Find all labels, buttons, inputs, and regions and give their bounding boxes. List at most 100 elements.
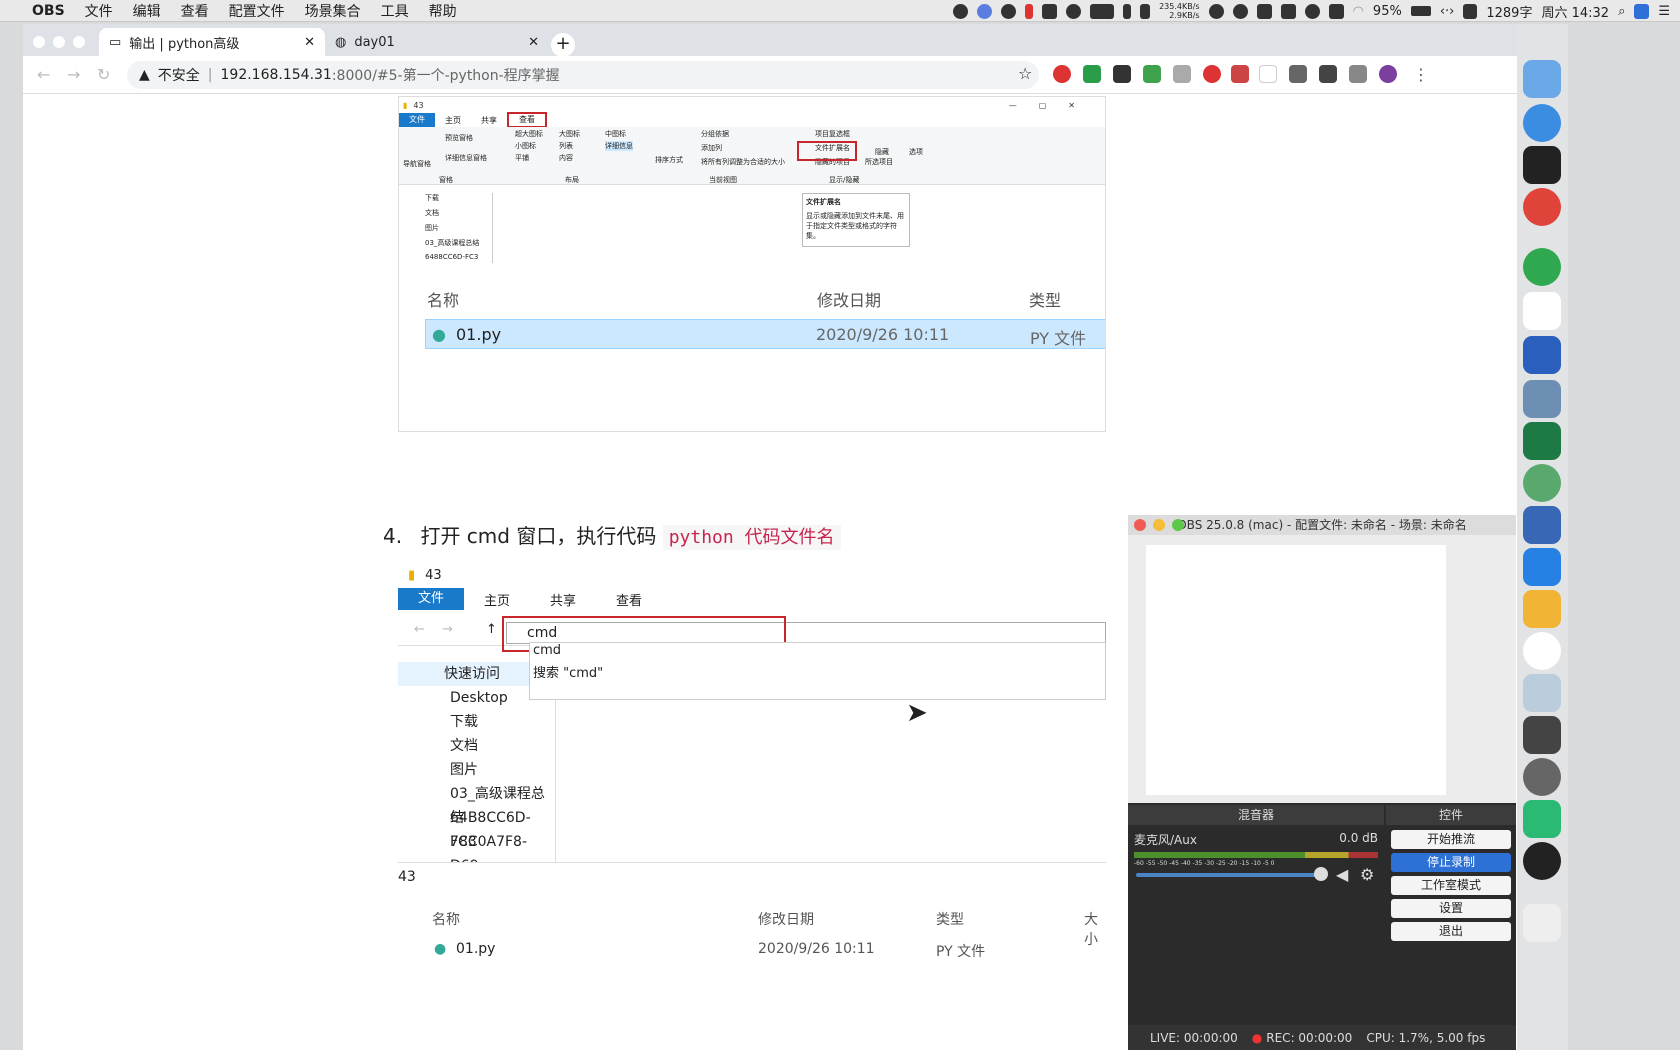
xlarge-icons[interactable]: 超大图标 — [515, 129, 543, 139]
medium-icons[interactable]: 中图标 — [605, 129, 626, 139]
nav-pane-btn[interactable]: 导航窗格 — [403, 159, 431, 169]
notion-icon[interactable] — [1259, 65, 1277, 83]
menu-scene-collection[interactable]: 场景集合 — [305, 1, 361, 21]
github-icon[interactable] — [1523, 632, 1561, 670]
red-extension-icon[interactable] — [1203, 65, 1221, 83]
nav-documents[interactable]: 文档 — [398, 734, 555, 758]
tab-view-highlighted[interactable]: 查看 — [507, 112, 547, 128]
menu-profile[interactable]: 配置文件 — [229, 1, 285, 21]
sublime-icon[interactable] — [1523, 716, 1561, 754]
monitor-icon[interactable] — [1042, 3, 1058, 19]
tab-home[interactable]: 主页 — [435, 115, 471, 126]
tiles-view[interactable]: 平铺 — [515, 153, 529, 163]
preview-pane-btn[interactable]: 预览窗格 — [445, 133, 473, 143]
nav-downloads[interactable]: 下载 — [398, 710, 555, 734]
col-date[interactable]: 修改日期 — [817, 287, 881, 311]
nav-folder-03[interactable]: 03_高级课程总结 — [398, 782, 555, 826]
pause-icon[interactable] — [1025, 3, 1034, 19]
tab-file[interactable]: 文件 — [399, 113, 435, 127]
control-center-icon[interactable]: ☰ — [1658, 4, 1670, 19]
fit-columns-btn[interactable]: 将所有列调整为合适的大小 — [701, 157, 785, 167]
word-icon[interactable] — [1523, 336, 1561, 374]
large-icons[interactable]: 大图标 — [559, 129, 580, 139]
grid-icon[interactable] — [1328, 3, 1344, 19]
qq-icon[interactable] — [1304, 3, 1320, 19]
nav-documents[interactable]: 文档 — [409, 208, 492, 223]
finder-icon[interactable] — [1523, 60, 1561, 98]
trash-icon[interactable] — [1523, 904, 1561, 942]
battery-icon[interactable] — [1410, 6, 1431, 16]
box-extension-icon[interactable] — [1231, 65, 1249, 83]
col-date[interactable]: 修改日期 — [758, 909, 814, 929]
keynote-icon[interactable] — [1523, 674, 1561, 712]
gear-icon[interactable]: ⚙ — [1360, 865, 1374, 884]
tools-icon[interactable] — [1066, 3, 1082, 19]
nav-folder-6488[interactable]: 6488CC6D-FC3 — [409, 253, 492, 268]
obs-minimize-button[interactable] — [1153, 519, 1165, 531]
speed-icon[interactable] — [1001, 3, 1017, 19]
typora-icon[interactable] — [1523, 292, 1561, 330]
content-view[interactable]: 内容 — [559, 153, 573, 163]
excel-icon[interactable] — [1523, 422, 1561, 460]
item-checkboxes[interactable]: 项目复选框 — [815, 129, 850, 139]
volume-slider-knob[interactable] — [1314, 867, 1328, 881]
tab-day01[interactable]: ◍ day01 ✕ — [325, 28, 549, 56]
exit-button[interactable]: 退出 — [1391, 922, 1511, 941]
obs-preview[interactable] — [1128, 535, 1516, 803]
windows-icon[interactable] — [1523, 548, 1561, 586]
settings-button[interactable]: 设置 — [1391, 899, 1511, 918]
system-preferences-icon[interactable] — [1523, 758, 1561, 796]
cube-extension-icon[interactable] — [1319, 65, 1337, 83]
details-pane-btn[interactable]: 详细信息窗格 — [445, 153, 487, 163]
more-menu-icon[interactable]: ⋮ — [1413, 65, 1429, 84]
small-icons[interactable]: 小图标 — [515, 141, 536, 151]
wifi-icon[interactable]: ◠ — [1353, 4, 1364, 19]
menu-help[interactable]: 帮助 — [429, 1, 457, 21]
tab-share[interactable]: 共享 — [530, 590, 596, 609]
tab-home[interactable]: 主页 — [464, 590, 530, 609]
code-icon[interactable]: ‹·› — [1440, 4, 1455, 19]
nav-pictures[interactable]: 图片 — [409, 223, 492, 238]
safari-icon[interactable] — [1523, 104, 1561, 142]
col-name[interactable]: 名称 — [432, 909, 460, 929]
battery-status-icon[interactable] — [1140, 3, 1151, 19]
obs-close-button[interactable] — [1134, 519, 1146, 531]
forward-arrow-icon[interactable]: → — [442, 622, 453, 637]
menu-view[interactable]: 查看 — [181, 1, 209, 21]
nav-folder-78c0[interactable]: 78C0A7F8-D69 — [398, 830, 555, 874]
v-extension-icon[interactable] — [1289, 65, 1307, 83]
atom-icon[interactable] — [1523, 464, 1561, 502]
list-view[interactable]: 列表 — [559, 141, 573, 151]
close-tab-icon[interactable]: ✕ — [528, 35, 539, 50]
m-icon[interactable] — [1232, 3, 1248, 19]
tab-share[interactable]: 共享 — [471, 115, 507, 126]
group-by-btn[interactable]: 分组依据 — [701, 129, 729, 139]
notification-icon[interactable] — [1280, 3, 1296, 19]
obs-zoom-button[interactable] — [1172, 519, 1184, 531]
translate-icon[interactable] — [1083, 65, 1101, 83]
file-row-selected[interactable]: ● 01.py 2020/9/26 10:11 PY 文件 — [425, 319, 1105, 349]
wechat-icon[interactable] — [1208, 3, 1224, 19]
add-columns-btn[interactable]: 添加列 — [701, 143, 722, 153]
nav-downloads[interactable]: 下载 — [409, 193, 492, 208]
col-size[interactable]: 大小 — [1084, 909, 1106, 949]
profile-avatar[interactable] — [1379, 65, 1397, 83]
preview-icon[interactable] — [1523, 380, 1561, 418]
display-icon[interactable] — [1090, 3, 1115, 19]
memory-icon[interactable] — [1123, 3, 1132, 19]
up-arrow-icon[interactable]: ↑ — [486, 622, 497, 637]
tab-view[interactable]: 查看 — [596, 590, 662, 609]
back-arrow-icon[interactable]: ← — [414, 622, 425, 637]
extension-badge-icon[interactable] — [1113, 65, 1131, 83]
menu-file[interactable]: 文件 — [85, 1, 113, 21]
clock[interactable]: 周六 14:32 — [1541, 2, 1609, 21]
suggestion-search-cmd[interactable]: 搜索 "cmd" — [533, 662, 1105, 681]
evernote-icon[interactable] — [1143, 65, 1161, 83]
tab-file[interactable]: 文件 — [398, 588, 465, 610]
adblock-icon[interactable] — [1053, 65, 1071, 83]
minimize-window-button[interactable] — [53, 36, 65, 48]
obs-status-icon[interactable] — [953, 3, 969, 19]
menu-edit[interactable]: 编辑 — [133, 1, 161, 21]
col-type[interactable]: 类型 — [1029, 287, 1061, 311]
wave-icon[interactable] — [1173, 65, 1191, 83]
